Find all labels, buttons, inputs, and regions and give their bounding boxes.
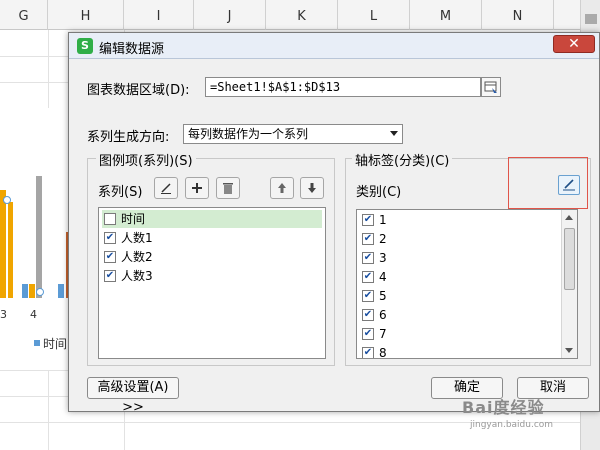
pencil-icon (563, 179, 575, 191)
list-item-label: 4 (379, 270, 387, 284)
chart-legend-label: 时间 (43, 337, 68, 351)
selection-handle[interactable] (36, 288, 44, 296)
legend-series-list[interactable]: 时间 ✔ 人数1 ✔ 人数2 ✔ 人数3 (98, 207, 326, 359)
delete-series-button[interactable] (216, 177, 240, 199)
axis-group-title: 轴标签(分类)(C) (352, 150, 453, 169)
list-item-time[interactable]: 时间 (102, 210, 322, 228)
scroll-down-icon[interactable] (565, 348, 573, 353)
list-item[interactable]: ✔ 7 (360, 325, 560, 343)
column-header-m[interactable]: M (410, 0, 482, 30)
column-header-g[interactable]: G (0, 0, 48, 30)
category-list-scrollbar[interactable] (561, 210, 577, 358)
column-header-n[interactable]: N (482, 0, 554, 30)
series-checkbox[interactable] (104, 213, 116, 225)
column-header-i[interactable]: I (124, 0, 194, 30)
range-picker-button[interactable] (481, 77, 501, 97)
chart-x-tick: 3 (0, 308, 7, 321)
column-header-row: G H I J K L M N (0, 0, 600, 30)
category-checkbox[interactable]: ✔ (362, 290, 374, 302)
chart-bar (58, 284, 64, 298)
category-checkbox[interactable]: ✔ (362, 328, 374, 340)
scrollbar-thumb[interactable] (564, 228, 575, 290)
trash-icon (223, 183, 233, 194)
list-item-label: 5 (379, 289, 387, 303)
list-item-count2[interactable]: ✔ 人数2 (102, 248, 322, 266)
list-item[interactable]: ✔ 3 (360, 249, 560, 267)
chart-bar (0, 190, 6, 298)
edit-series-button[interactable] (154, 177, 178, 199)
category-checkbox[interactable]: ✔ (362, 309, 374, 321)
chevron-down-icon (390, 131, 398, 136)
series-label: 系列(S) (98, 185, 143, 200)
legend-group-title: 图例项(系列)(S) (96, 150, 196, 169)
list-item-label: 8 (379, 346, 387, 359)
list-item[interactable]: ✔ 1 (360, 211, 560, 229)
category-label: 类别(C) (356, 185, 402, 200)
dialog-title: 编辑数据源 (99, 42, 165, 57)
series-checkbox[interactable]: ✔ (104, 251, 116, 263)
list-item-label: 2 (379, 232, 387, 246)
list-item-label: 人数1 (121, 231, 153, 245)
scroll-up-icon[interactable] (565, 215, 573, 220)
category-checkbox[interactable]: ✔ (362, 347, 374, 358)
list-item-count1[interactable]: ✔ 人数1 (102, 229, 322, 247)
advanced-settings-button[interactable]: 高级设置(A) >> (87, 377, 179, 415)
list-item-label: 1 (379, 213, 387, 227)
list-item-label: 3 (379, 251, 387, 265)
column-header-h[interactable]: H (48, 0, 124, 30)
chart-bar (29, 284, 35, 298)
close-icon: ✕ (568, 36, 580, 52)
edit-data-source-dialog: S 编辑数据源 ✕ 图表数据区域(D): =Sheet1!$A$1:$D$13 … (68, 32, 600, 415)
list-item-label: 6 (379, 308, 387, 322)
embedded-chart-fragment[interactable]: 3 4 时间 (0, 108, 72, 370)
column-header-j[interactable]: J (194, 0, 266, 30)
list-item[interactable]: ✔ 2 (360, 230, 560, 248)
edit-category-button[interactable] (558, 175, 580, 195)
list-item-label: 7 (379, 327, 387, 341)
arrow-up-icon (278, 183, 286, 193)
list-item[interactable]: ✔ 4 (360, 268, 560, 286)
wps-app-icon: S (77, 38, 93, 54)
chart-x-tick: 4 (30, 308, 37, 321)
list-item-label: 人数2 (121, 250, 153, 264)
move-down-button[interactable] (300, 177, 324, 199)
chart-bar (8, 202, 13, 298)
chart-bar (36, 176, 42, 298)
category-checkbox[interactable]: ✔ (362, 271, 374, 283)
scrollbar-thumb[interactable] (585, 14, 597, 24)
list-item-label: 时间 (121, 212, 146, 226)
column-header-l[interactable]: L (338, 0, 410, 30)
list-item-label: 人数3 (121, 269, 153, 283)
category-checkbox[interactable]: ✔ (362, 214, 374, 226)
category-checkbox[interactable]: ✔ (362, 252, 374, 264)
column-header-k[interactable]: K (266, 0, 338, 30)
series-direction-select[interactable]: 每列数据作为一个系列 (183, 124, 403, 144)
legend-series-group: 图例项(系列)(S) 系列(S) 时间 ✔ 人数1 ✔ 人数2 ✔ 人数3 (87, 150, 335, 366)
move-up-button[interactable] (270, 177, 294, 199)
watermark-logo: Bai度经验 (462, 398, 545, 417)
add-series-button[interactable] (185, 177, 209, 199)
data-range-input[interactable]: =Sheet1!$A$1:$D$13 (205, 77, 481, 97)
list-item[interactable]: ✔ 5 (360, 287, 560, 305)
category-checkbox[interactable]: ✔ (362, 233, 374, 245)
series-direction-label: 系列生成方向: (87, 130, 170, 145)
legend-swatch (34, 340, 40, 346)
list-item[interactable]: ✔ 8 (360, 344, 560, 359)
dialog-titlebar[interactable]: S 编辑数据源 ✕ (69, 33, 599, 59)
list-item-count3[interactable]: ✔ 人数3 (102, 267, 322, 285)
range-picker-icon (484, 81, 497, 93)
chart-bar (22, 284, 28, 298)
data-range-label: 图表数据区域(D): (87, 83, 190, 98)
category-list[interactable]: ✔ 1 ✔ 2 ✔ 3 ✔ 4 ✔ 5 ✔ 6 ✔ 7 ✔ 8 (356, 209, 578, 359)
list-item[interactable]: ✔ 6 (360, 306, 560, 324)
close-button[interactable]: ✕ (553, 35, 595, 53)
watermark-url: jingyan.baidu.com (470, 420, 554, 430)
series-checkbox[interactable]: ✔ (104, 232, 116, 244)
pencil-icon (161, 183, 171, 194)
selection-handle[interactable] (3, 196, 11, 204)
plus-icon (192, 183, 202, 193)
series-direction-value: 每列数据作为一个系列 (188, 127, 309, 141)
arrow-down-icon (308, 183, 316, 193)
series-checkbox[interactable]: ✔ (104, 270, 116, 282)
